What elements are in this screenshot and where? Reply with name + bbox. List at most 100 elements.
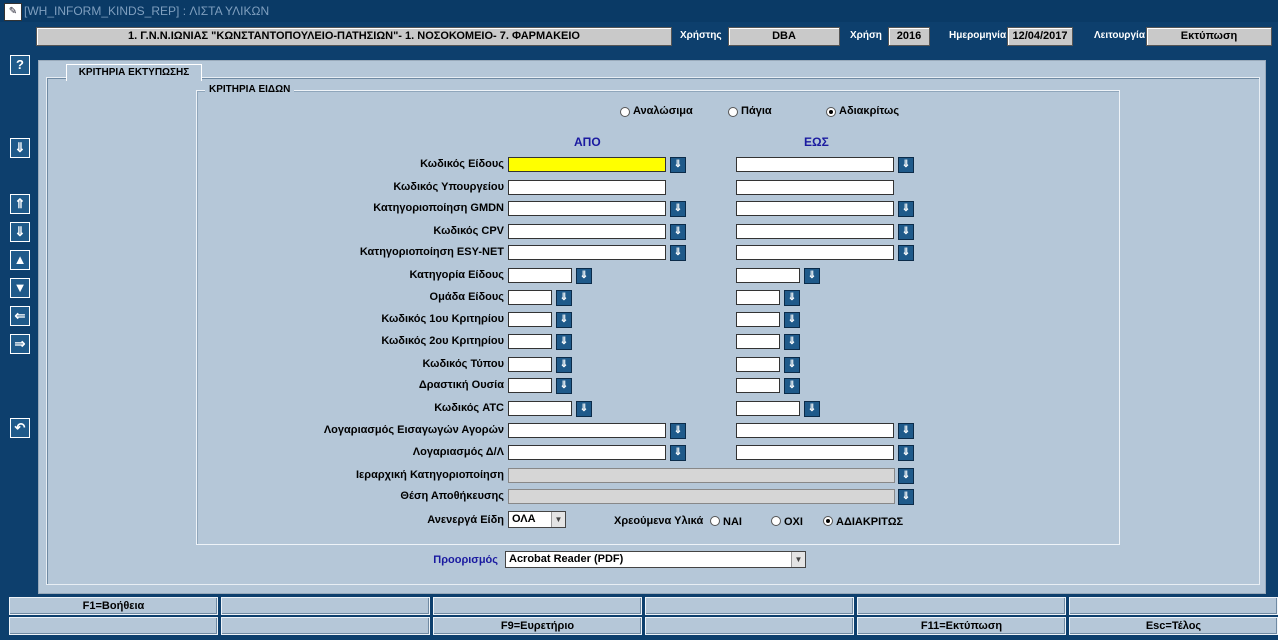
from-lov-icon[interactable]: ⇓ [556, 312, 572, 328]
to-input[interactable] [736, 445, 894, 460]
to-input[interactable] [736, 268, 800, 283]
from-lov-icon[interactable]: ⇓ [670, 157, 686, 173]
from-input[interactable] [508, 157, 666, 172]
to-input[interactable] [736, 423, 894, 438]
undo-button[interactable]: ↶ [10, 418, 30, 438]
from-input[interactable] [508, 290, 552, 305]
to-lov-icon[interactable]: ⇓ [804, 401, 820, 417]
from-input[interactable] [508, 378, 552, 393]
charged-items-label: Χρεούμενα Υλικά [614, 515, 704, 527]
tab-print-criteria[interactable]: ΚΡΙΤΗΡΙΑ ΕΚΤΥΠΩΣΗΣ [66, 64, 202, 81]
radio-consumables[interactable] [620, 107, 630, 117]
from-lov-icon[interactable]: ⇓ [670, 423, 686, 439]
dropdown-list-button[interactable]: ⇓ [10, 138, 30, 158]
from-lov-icon[interactable]: ⇓ [556, 290, 572, 306]
from-input[interactable] [508, 401, 572, 416]
criteria-label: Θέση Αποθήκευσης [400, 490, 504, 502]
function-key-button[interactable] [645, 597, 854, 615]
criteria-label: Ιεραρχική Κατηγοριοποίηση [356, 469, 504, 481]
from-lov-icon[interactable]: ⇓ [576, 268, 592, 284]
criteria-label: Κωδικός 2ου Κριτηρίου [381, 335, 504, 347]
inactive-items-select[interactable]: ΟΛΑ ▼ [508, 511, 566, 528]
from-input[interactable] [508, 445, 666, 460]
to-lov-icon[interactable]: ⇓ [898, 201, 914, 217]
from-lov-icon[interactable]: ⇓ [670, 245, 686, 261]
from-lov-icon[interactable]: ⇓ [556, 357, 572, 373]
to-lov-icon[interactable]: ⇓ [784, 290, 800, 306]
from-input[interactable] [508, 423, 666, 438]
to-column-header: ΕΩΣ [804, 135, 829, 149]
next-block-button[interactable]: ⇒ [10, 334, 30, 354]
to-input[interactable] [736, 157, 894, 172]
to-input[interactable] [736, 224, 894, 239]
function-key-button[interactable] [221, 597, 430, 615]
to-lov-icon[interactable]: ⇓ [898, 224, 914, 240]
function-key-button[interactable]: F11=Εκτύπωση [857, 617, 1066, 635]
last-record-button[interactable]: ⇓ [10, 222, 30, 242]
function-key-button[interactable] [433, 597, 642, 615]
previous-record-button[interactable]: ▲ [10, 250, 30, 270]
from-lov-icon[interactable]: ⇓ [556, 334, 572, 350]
from-input[interactable] [508, 180, 666, 195]
to-lov-icon[interactable]: ⇓ [898, 157, 914, 173]
to-input[interactable] [736, 290, 780, 305]
first-record-button[interactable]: ⇑ [10, 194, 30, 214]
function-key-button[interactable] [1069, 597, 1278, 615]
from-column-header: ΑΠΟ [574, 135, 601, 149]
from-lov-icon[interactable]: ⇓ [670, 201, 686, 217]
radio-charged-all[interactable] [823, 516, 833, 526]
to-lov-icon[interactable]: ⇓ [898, 245, 914, 261]
from-lov-icon[interactable]: ⇓ [670, 224, 686, 240]
to-lov-icon[interactable]: ⇓ [898, 423, 914, 439]
help-button[interactable]: ? [10, 55, 30, 75]
to-input[interactable] [736, 357, 780, 372]
to-lov-icon[interactable]: ⇓ [784, 378, 800, 394]
to-lov-icon[interactable]: ⇓ [804, 268, 820, 284]
radio-charged-no[interactable] [771, 516, 781, 526]
radio-indiscriminately[interactable] [826, 107, 836, 117]
hierarchy-lov-icon[interactable]: ⇓ [898, 468, 914, 484]
function-key-button[interactable] [221, 617, 430, 635]
hierarchy-input[interactable] [508, 489, 895, 504]
year-label: Χρήση [850, 30, 882, 41]
to-input[interactable] [736, 201, 894, 216]
from-input[interactable] [508, 224, 666, 239]
to-input[interactable] [736, 312, 780, 327]
chevron-down-icon[interactable]: ▼ [551, 512, 565, 527]
criteria-label: Κατηγοριοποίηση ESY-NET [359, 246, 504, 258]
function-key-button[interactable] [9, 617, 218, 635]
function-key-button[interactable] [645, 617, 854, 635]
chevron-down-icon[interactable]: ▼ [791, 552, 805, 567]
to-lov-icon[interactable]: ⇓ [898, 445, 914, 461]
hierarchy-lov-icon[interactable]: ⇓ [898, 489, 914, 505]
hierarchy-input[interactable] [508, 468, 895, 483]
function-key-button[interactable]: F1=Βοήθεια [9, 597, 218, 615]
to-input[interactable] [736, 378, 780, 393]
from-input[interactable] [508, 245, 666, 260]
radio-fixed-assets[interactable] [728, 107, 738, 117]
destination-select[interactable]: Acrobat Reader (PDF) ▼ [505, 551, 806, 568]
from-lov-icon[interactable]: ⇓ [670, 445, 686, 461]
to-input[interactable] [736, 180, 894, 195]
to-input[interactable] [736, 334, 780, 349]
inactive-items-label: Ανενεργά Είδη [427, 514, 504, 526]
to-lov-icon[interactable]: ⇓ [784, 312, 800, 328]
function-key-button[interactable]: Esc=Τέλος [1069, 617, 1278, 635]
from-lov-icon[interactable]: ⇓ [556, 378, 572, 394]
from-input[interactable] [508, 268, 572, 283]
from-lov-icon[interactable]: ⇓ [576, 401, 592, 417]
radio-charged-yes[interactable] [710, 516, 720, 526]
previous-block-button[interactable]: ⇐ [10, 306, 30, 326]
function-key-button[interactable] [857, 597, 1066, 615]
to-input[interactable] [736, 401, 800, 416]
from-input[interactable] [508, 334, 552, 349]
from-input[interactable] [508, 201, 666, 216]
from-input[interactable] [508, 357, 552, 372]
to-lov-icon[interactable]: ⇓ [784, 357, 800, 373]
to-lov-icon[interactable]: ⇓ [784, 334, 800, 350]
next-record-button[interactable]: ▼ [10, 278, 30, 298]
to-input[interactable] [736, 245, 894, 260]
criteria-label: Κωδικός CPV [433, 225, 504, 237]
function-key-button[interactable]: F9=Ευρετήριο [433, 617, 642, 635]
from-input[interactable] [508, 312, 552, 327]
